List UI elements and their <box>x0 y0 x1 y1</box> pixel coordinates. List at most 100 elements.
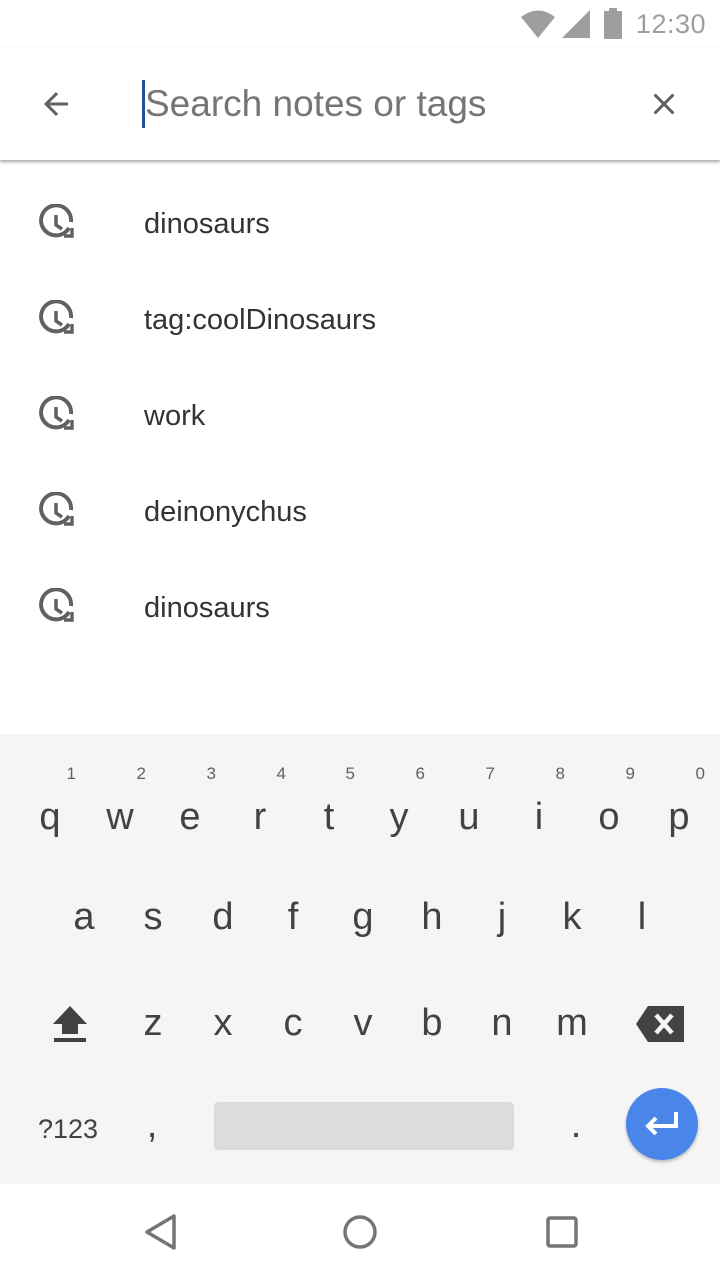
key-m[interactable]: m <box>552 1004 592 1042</box>
symbols-key[interactable]: ?123 <box>28 1114 108 1145</box>
suggestion-text: work <box>144 399 206 432</box>
list-item[interactable]: deinonychus <box>0 464 720 560</box>
key-w[interactable]: 2w <box>100 764 146 838</box>
history-icon <box>39 204 74 238</box>
history-icon <box>39 588 74 622</box>
key-label: h <box>421 896 443 938</box>
nav-recents-icon <box>546 1216 578 1248</box>
status-icons: 12:30 <box>520 8 706 40</box>
key-hint: 5 <box>345 764 355 783</box>
key-hint: 4 <box>276 764 286 783</box>
key-t[interactable]: 5t <box>309 764 355 838</box>
key-j[interactable]: j <box>482 898 522 936</box>
shift-icon <box>53 1006 87 1042</box>
key-a[interactable]: a <box>64 898 104 936</box>
key-label: m <box>556 1002 588 1044</box>
key-hint: 0 <box>695 764 705 783</box>
period-key[interactable]: . <box>556 1106 596 1144</box>
key-hint: 3 <box>206 764 216 783</box>
nav-recents-button[interactable] <box>540 1210 584 1254</box>
enter-icon <box>645 1112 678 1136</box>
key-y[interactable]: 6y <box>379 764 426 838</box>
key-label: p <box>668 796 690 838</box>
key-label: d <box>212 896 234 938</box>
key-x[interactable]: x <box>203 1004 243 1042</box>
key-o[interactable]: 9o <box>589 764 635 838</box>
battery-icon <box>603 8 622 39</box>
key-q[interactable]: 1q <box>30 764 76 838</box>
key-f[interactable]: f <box>273 898 313 936</box>
key-label: y <box>389 796 409 838</box>
list-item[interactable]: work <box>0 368 720 464</box>
nav-back-icon <box>145 1214 176 1250</box>
key-n[interactable]: n <box>482 1004 522 1042</box>
key-s[interactable]: s <box>133 898 173 936</box>
key-e[interactable]: 3e <box>170 764 216 838</box>
key-u[interactable]: 7u <box>449 764 495 836</box>
key-hint: 8 <box>555 764 565 783</box>
nav-home-button[interactable] <box>338 1210 382 1254</box>
key-hint: 6 <box>415 764 425 783</box>
history-icon <box>39 396 74 430</box>
nav-home-icon <box>343 1215 377 1249</box>
back-button[interactable] <box>26 74 86 134</box>
history-icon <box>39 300 74 334</box>
key-label: j <box>497 896 507 938</box>
suggestion-text: dinosaurs <box>144 207 270 240</box>
space-key[interactable] <box>214 1102 514 1150</box>
key-h[interactable]: h <box>412 898 452 936</box>
key-r[interactable]: 4r <box>240 764 286 838</box>
enter-key[interactable] <box>626 1088 698 1160</box>
key-label: . <box>570 1104 582 1146</box>
backspace-icon <box>636 1006 684 1042</box>
key-i[interactable]: 8i <box>519 764 565 836</box>
comma-key[interactable]: , <box>132 1106 172 1144</box>
suggestion-text: deinonychus <box>144 495 307 528</box>
key-label: e <box>179 796 201 838</box>
list-item[interactable]: dinosaurs <box>0 176 720 272</box>
history-icon <box>39 492 74 526</box>
list-item[interactable]: dinosaurs <box>0 560 720 656</box>
clear-search-button[interactable] <box>634 74 694 134</box>
key-hint: 9 <box>625 764 635 783</box>
key-b[interactable]: b <box>412 1004 452 1042</box>
key-label: v <box>353 1002 373 1044</box>
key-v[interactable]: v <box>343 1004 383 1042</box>
key-c[interactable]: c <box>273 1004 313 1042</box>
search-toolbar <box>0 48 720 160</box>
key-label: o <box>598 796 620 838</box>
key-label: a <box>73 896 95 938</box>
suggestion-text: dinosaurs <box>144 591 270 624</box>
key-l[interactable]: l <box>622 898 662 936</box>
key-label: z <box>143 1002 163 1044</box>
backspace-key[interactable] <box>634 1002 688 1046</box>
key-k[interactable]: k <box>552 898 592 936</box>
status-time: 12:30 <box>635 8 706 39</box>
list-item[interactable]: tag:coolDinosaurs <box>0 272 720 368</box>
soft-keyboard: 1q 2w 3e 4r 5t 6y 7u 8i 9o 0p a s d f g … <box>0 734 720 1184</box>
key-label: f <box>287 896 299 938</box>
key-z[interactable]: z <box>133 1004 173 1042</box>
key-label: w <box>106 796 134 838</box>
key-label: b <box>421 1002 443 1044</box>
key-p[interactable]: 0p <box>659 764 705 838</box>
wifi-icon <box>520 10 555 38</box>
key-label: t <box>323 796 335 838</box>
key-g[interactable]: g <box>343 898 383 936</box>
key-label: q <box>39 796 61 838</box>
key-label: n <box>491 1002 513 1044</box>
shift-key[interactable] <box>50 1002 90 1046</box>
key-d[interactable]: d <box>203 898 243 936</box>
key-label: k <box>562 896 582 938</box>
status-bar: 12:30 <box>0 0 720 48</box>
arrow-back-icon <box>44 92 68 116</box>
nav-back-button[interactable] <box>138 1210 182 1254</box>
key-label: , <box>146 1104 158 1146</box>
key-label: r <box>253 796 267 838</box>
key-label: c <box>283 1002 303 1044</box>
search-input[interactable] <box>142 78 622 130</box>
navigation-bar <box>0 1184 720 1280</box>
key-hint: 7 <box>485 764 495 783</box>
key-label: x <box>213 1002 233 1044</box>
suggestion-text: tag:coolDinosaurs <box>144 303 377 336</box>
